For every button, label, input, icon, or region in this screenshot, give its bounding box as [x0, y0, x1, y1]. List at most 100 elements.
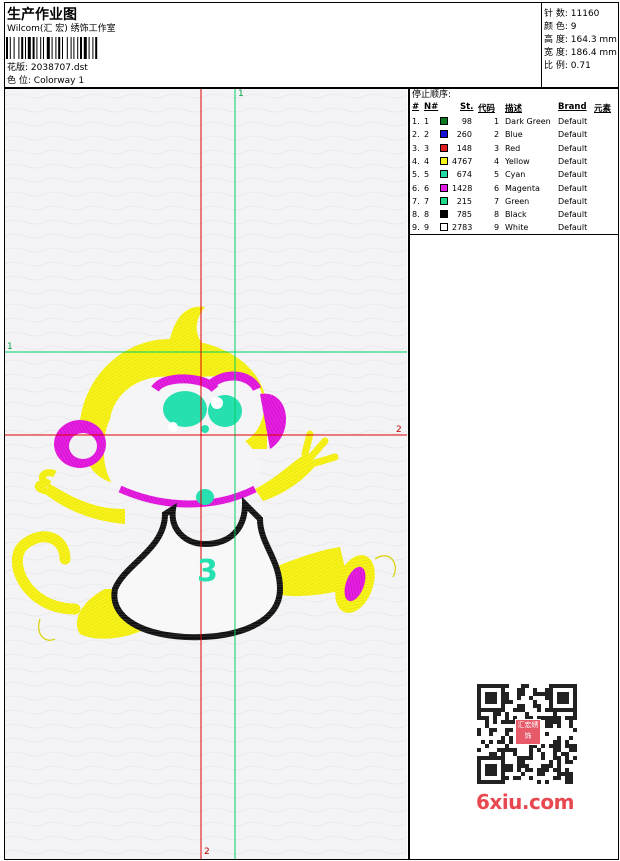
guide-label-bottom: 2: [204, 847, 210, 857]
row-stitches: 215: [456, 196, 472, 206]
stat-stitches-label: 针 数:: [544, 9, 568, 19]
shirt-number: 3: [197, 554, 218, 589]
row-brand: Default: [558, 223, 588, 233]
row-n: 6: [424, 183, 430, 193]
barcode: [6, 37, 98, 59]
row-brand: Default: [558, 130, 588, 140]
row-code: 2: [494, 130, 500, 140]
design-file-row: 花版: 2038707.dst: [7, 63, 88, 74]
guide-label-left: 1: [7, 342, 13, 352]
row-desc: Black: [505, 210, 527, 220]
row-n: 3: [424, 143, 430, 153]
color-swatch: [440, 130, 448, 139]
color-swatch: [440, 196, 448, 205]
row-code: 8: [494, 210, 500, 220]
row-brand: Default: [558, 156, 588, 166]
row-desc: Magenta: [505, 183, 540, 193]
design-file-name: 2038707.dst: [30, 63, 88, 73]
table-row[interactable]: 4. 4 4767 4 Yellow Default: [410, 155, 618, 168]
col-header-code: 代码: [478, 104, 496, 114]
stat-stitches: 针 数: 11160: [544, 6, 599, 19]
row-code: 9: [494, 223, 500, 233]
row-n: 7: [424, 196, 430, 206]
stat-ratio: 比 例: 0.71: [544, 58, 591, 71]
table-row[interactable]: 2. 2 260 2 Blue Default: [410, 128, 618, 141]
row-stitches: 98: [461, 117, 472, 126]
row-stitches: 260: [456, 130, 472, 140]
color-swatch: [440, 156, 448, 165]
qr-code: 汇宏绣饰: [471, 681, 583, 786]
table-row[interactable]: 1. 1 98 1 Dark Green Default: [410, 115, 618, 128]
row-desc: Blue: [505, 130, 523, 140]
col-header-index: #: [412, 102, 420, 112]
row-index: 5.: [412, 170, 420, 180]
row-n: 9: [424, 223, 430, 233]
row-stitches: 785: [456, 210, 472, 220]
stat-colors-label: 颜 色:: [544, 22, 568, 32]
row-code: 6: [494, 183, 500, 193]
row-desc: Red: [505, 143, 521, 153]
row-stitches: 4767: [452, 156, 473, 166]
row-brand: Default: [558, 210, 588, 220]
design-canvas[interactable]: 3 1 1 2 2: [5, 89, 407, 859]
color-swatch: [440, 210, 448, 219]
row-desc: Green: [505, 196, 530, 206]
row-desc: White: [505, 223, 529, 233]
row-brand: Default: [558, 170, 588, 180]
stat-width: 宽 度: 186.4 mm: [544, 45, 617, 58]
stat-ratio-label: 比 例:: [544, 61, 568, 71]
row-brand: Default: [558, 117, 588, 126]
stat-height: 高 度: 164.3 mm: [544, 32, 617, 45]
table-row[interactable]: 6. 6 1428 6 Magenta Default: [410, 182, 618, 195]
row-stitches: 674: [456, 170, 472, 180]
row-index: 4.: [412, 156, 420, 166]
colorway-name: Colorway 1: [33, 76, 85, 86]
color-swatch: [440, 223, 448, 232]
table-row[interactable]: 7. 7 215 7 Green Default: [410, 195, 618, 208]
row-desc: Cyan: [505, 170, 526, 180]
row-brand: Default: [558, 183, 588, 193]
company-name: Wilcom(汇 宏) 绣饰工作室: [7, 24, 116, 34]
row-index: 3.: [412, 143, 420, 153]
stop-sequence-title: 停止顺序:: [412, 90, 452, 100]
stat-colors-value: 9: [570, 22, 577, 32]
page-title: 生产作业图: [7, 7, 77, 23]
col-header-desc: 描述: [505, 104, 523, 114]
stop-sequence-table: 停止顺序: # N# St. 代码 描述 Brand 元素 1. 1 98 1 Dark…: [410, 89, 618, 235]
colorway-row: 色 位: Colorway 1: [7, 76, 84, 87]
row-index: 2.: [412, 130, 420, 140]
row-n: 1: [424, 117, 430, 126]
row-n: 4: [424, 156, 430, 166]
col-header-brand: Brand: [558, 102, 587, 112]
table-row[interactable]: 5. 5 674 5 Cyan Default: [410, 168, 618, 181]
row-code: 4: [494, 156, 500, 166]
row-index: 8.: [412, 210, 420, 220]
seal-stamp: 汇宏绣饰: [515, 719, 541, 745]
row-desc: Yellow: [505, 156, 530, 166]
table-row[interactable]: 3. 3 148 3 Red Default: [410, 142, 618, 155]
col-header-stitches: St.: [460, 102, 474, 112]
row-code: 5: [494, 170, 500, 180]
row-brand: Default: [558, 143, 588, 153]
stat-colors: 颜 色: 9: [544, 19, 577, 32]
stat-ratio-value: 0.71: [570, 61, 591, 71]
col-header-n: N#: [424, 102, 439, 112]
table-row[interactable]: 9. 9 2783 9 White Default: [410, 221, 618, 234]
col-header-element: 元素: [594, 104, 612, 114]
row-index: 7.: [412, 196, 420, 206]
row-stitches: 148: [456, 143, 472, 153]
row-code: 3: [494, 143, 500, 153]
stat-height-label: 高 度:: [544, 35, 568, 45]
color-swatch: [440, 143, 448, 152]
row-index: 6.: [412, 183, 420, 193]
row-code: 7: [494, 196, 500, 206]
row-desc: Dark Green: [505, 117, 551, 126]
table-row[interactable]: 8. 8 785 8 Black Default: [410, 208, 618, 221]
embroidery-preview: [5, 89, 407, 859]
row-code: 1: [494, 117, 500, 126]
stat-width-label: 宽 度:: [544, 48, 568, 58]
design-file-label: 花版:: [7, 63, 29, 73]
row-n: 5: [424, 170, 430, 180]
row-n: 2: [424, 130, 430, 140]
row-index: 1.: [412, 117, 420, 126]
